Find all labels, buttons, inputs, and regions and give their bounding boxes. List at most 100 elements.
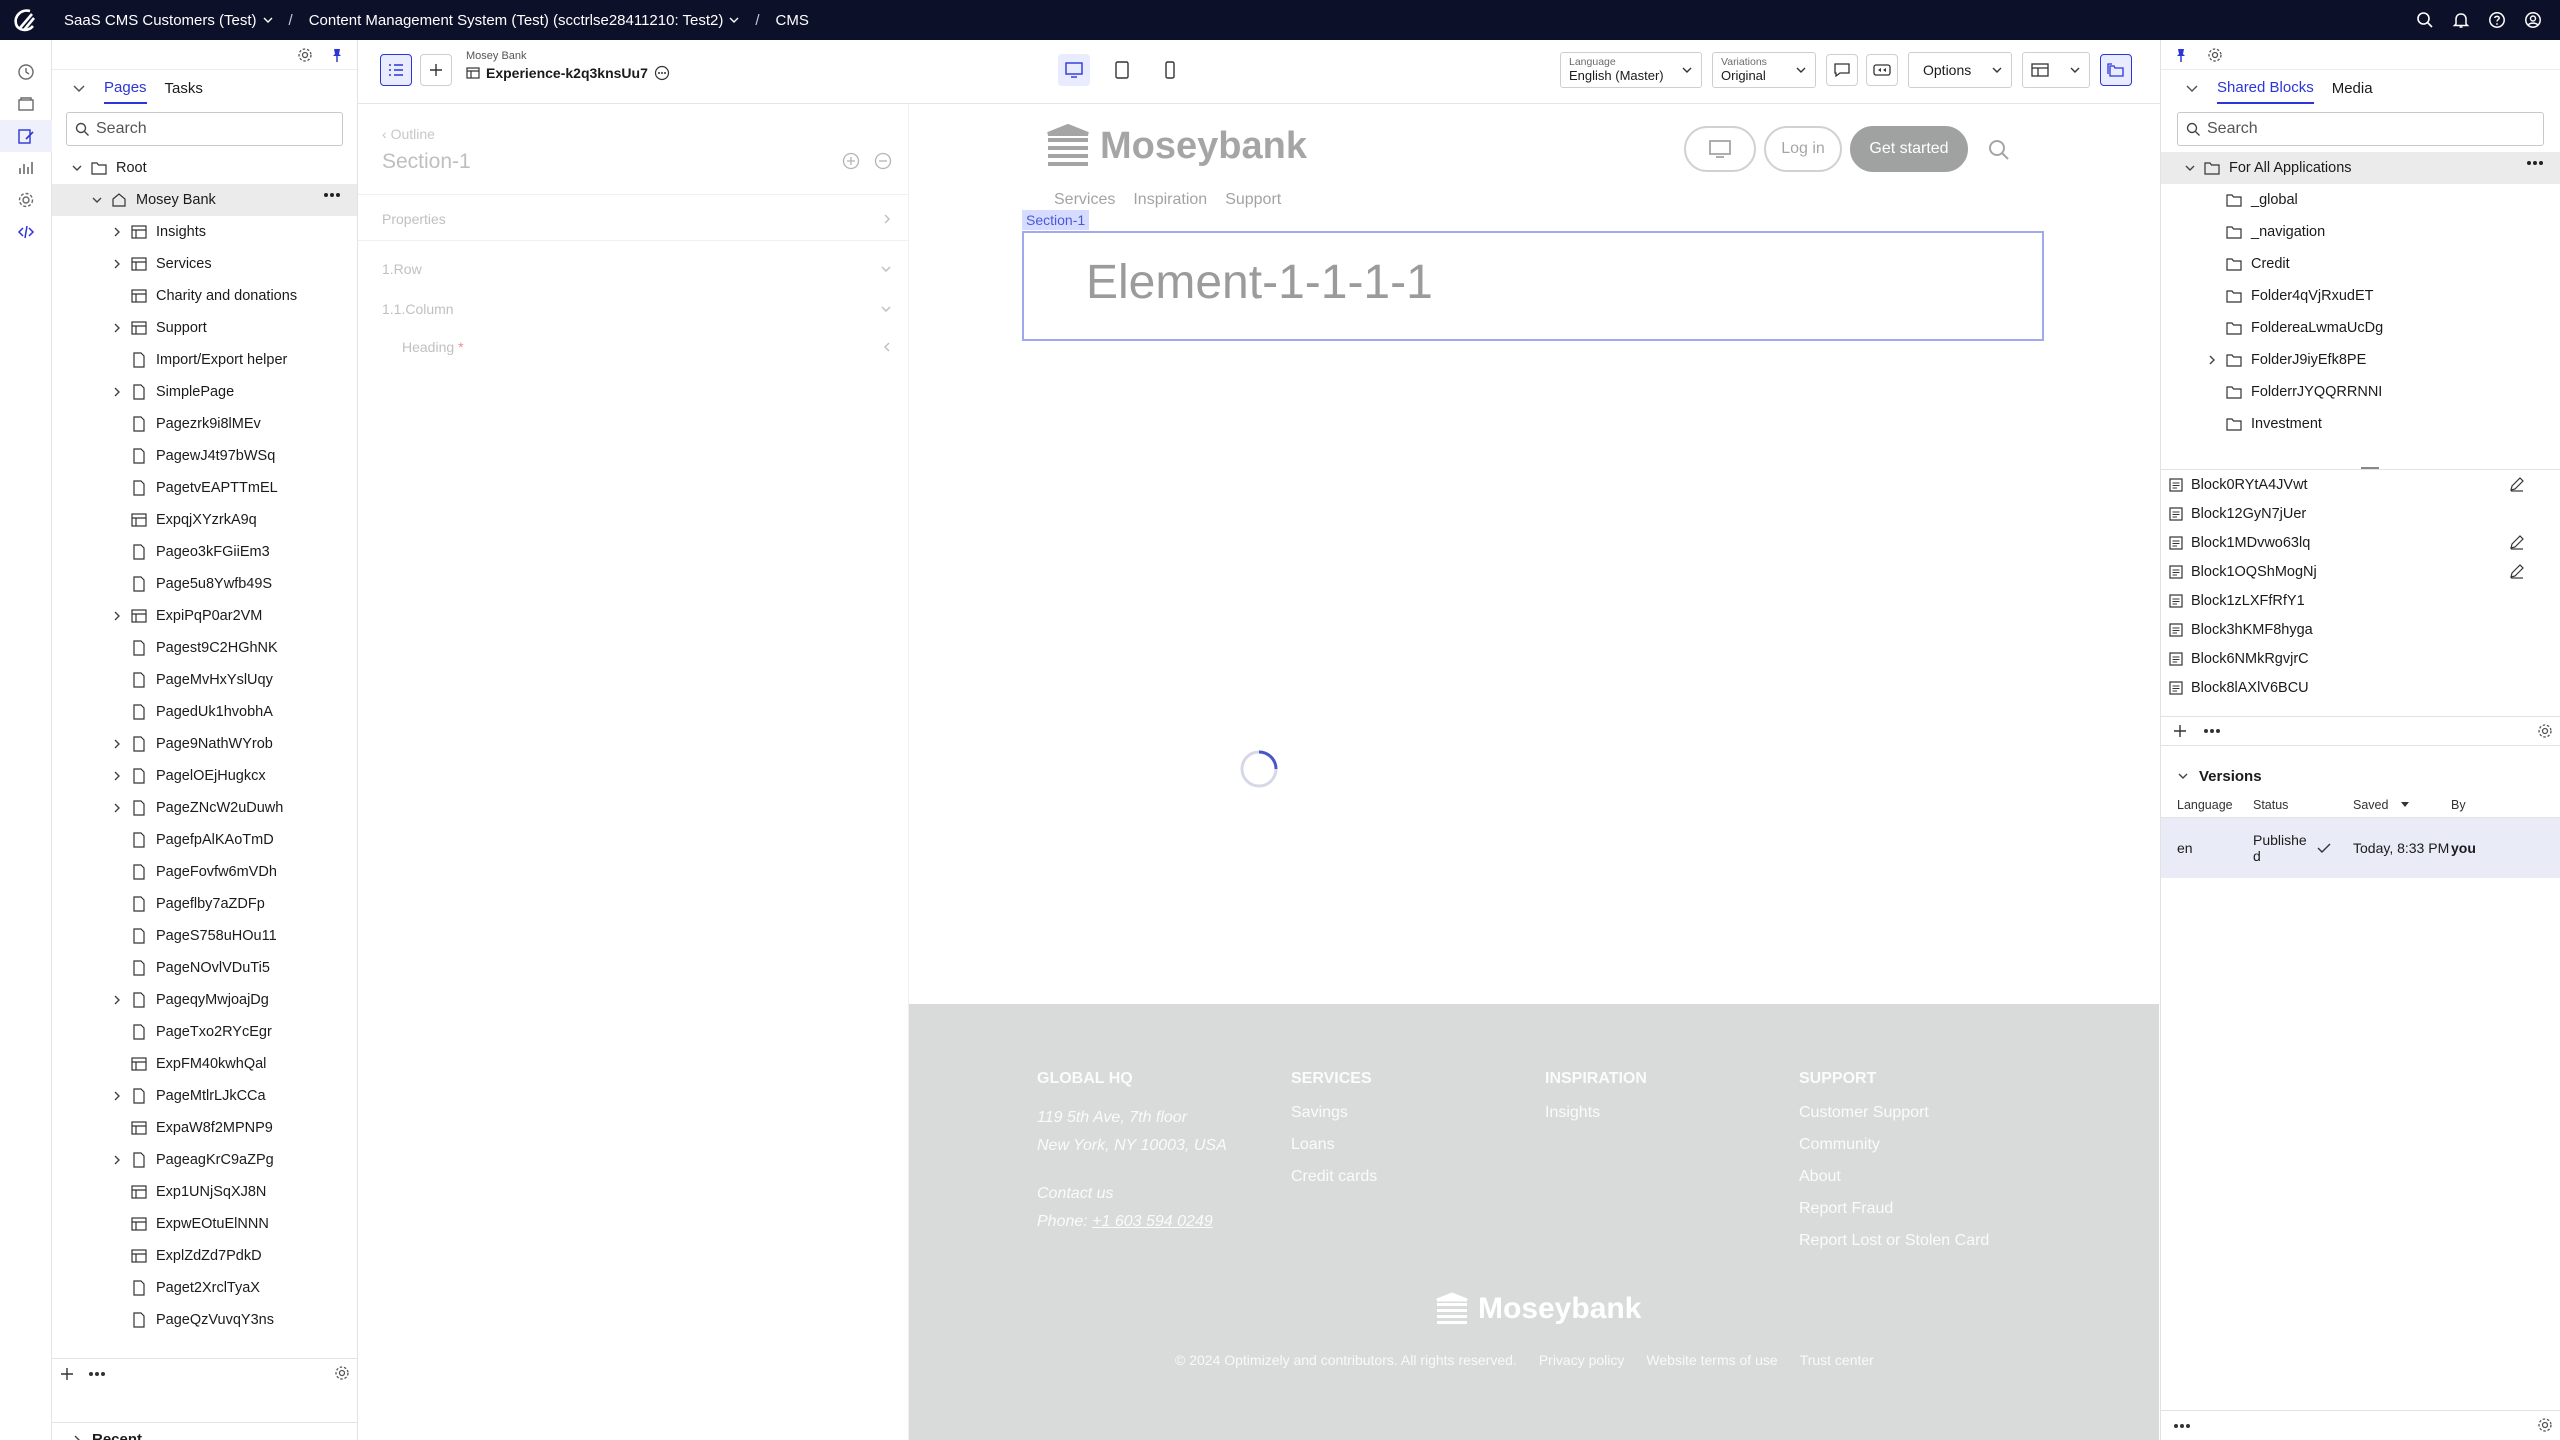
block-item[interactable]: Block1MDvwo63lq <box>2161 528 2560 557</box>
language-selector[interactable]: Language English (Master) <box>1560 52 1702 88</box>
folder-root[interactable]: For All Applications <box>2161 152 2560 184</box>
tree-item[interactable]: Pagest9C2HGhNK <box>52 632 357 664</box>
options-button[interactable]: Options <box>1908 52 2012 88</box>
search-icon[interactable] <box>1987 138 2011 162</box>
search-icon[interactable] <box>2416 11 2434 29</box>
folder-item[interactable]: FolderJ9iyEfk8PE <box>2161 344 2560 376</box>
edit-pencil-icon[interactable] <box>2509 534 2525 550</box>
block-item[interactable]: Block3hKMF8hyga <box>2161 615 2560 644</box>
rail-code[interactable] <box>0 216 52 248</box>
chevron-right-icon[interactable] <box>108 799 126 817</box>
outline-column[interactable]: 1.1.Column <box>382 294 892 324</box>
footer-support-link[interactable]: Community <box>1799 1136 1989 1154</box>
tree-item[interactable]: Pagezrk9i8lMEv <box>52 408 357 440</box>
breadcrumb-product[interactable]: CMS <box>776 12 809 29</box>
recent-section[interactable]: Recent <box>52 1422 358 1440</box>
site-menu-support[interactable]: Support <box>1225 191 1281 209</box>
add-circle-icon[interactable] <box>842 152 860 170</box>
chevron-right-icon[interactable] <box>108 767 126 785</box>
footer-support-link[interactable]: Report Fraud <box>1799 1200 1989 1218</box>
block-item[interactable]: Block8lAXlV6BCU <box>2161 673 2560 702</box>
footer-phone-link[interactable]: +1 603 594 0249 <box>1092 1213 1213 1230</box>
chevron-right-icon[interactable] <box>108 1087 126 1105</box>
footer-inspiration-link[interactable]: Insights <box>1545 1104 1647 1122</box>
bell-icon[interactable] <box>2452 11 2470 29</box>
block-item[interactable]: Block6NMkRgvjrC <box>2161 644 2560 673</box>
tree-item[interactable]: Pageo3kFGiiEm3 <box>52 536 357 568</box>
tab-pages[interactable]: Pages <box>104 73 147 104</box>
tree-item[interactable]: ExpqjXYzrkA9q <box>52 504 357 536</box>
edit-pencil-icon[interactable] <box>2509 476 2525 492</box>
pin-icon[interactable] <box>2173 47 2189 63</box>
tree-item[interactable]: PageMtlrLJkCCa <box>52 1080 357 1112</box>
tree-item[interactable]: PageMvHxYslUqy <box>52 664 357 696</box>
more-options-icon[interactable] <box>2526 160 2544 166</box>
outline-toggle-button[interactable] <box>380 54 412 86</box>
chevron-down-icon[interactable] <box>68 159 86 177</box>
more-options-icon[interactable] <box>323 192 341 198</box>
chevron-right-icon[interactable] <box>108 319 126 337</box>
tree-item[interactable]: PageNOvlVDuTi5 <box>52 952 357 984</box>
chevron-right-icon[interactable] <box>108 223 126 241</box>
comments-button[interactable] <box>1826 54 1858 86</box>
chevron-right-icon[interactable] <box>108 1151 126 1169</box>
tree-item[interactable]: PageagKrC9aZPg <box>52 1144 357 1176</box>
site-get-started-button[interactable]: Get started <box>1850 126 1968 172</box>
tree-item[interactable]: Insights <box>52 216 357 248</box>
user-icon[interactable] <box>2524 11 2542 29</box>
element-heading[interactable]: Element-1-1-1-1 <box>1086 255 1433 310</box>
outline-properties[interactable]: Properties <box>382 204 892 234</box>
more-options-icon[interactable] <box>2203 728 2221 734</box>
collapse-chevron-icon[interactable] <box>72 81 86 95</box>
folder-item[interactable]: Folder4qVjRxudET <box>2161 280 2560 312</box>
site-login-button[interactable]: Log in <box>1764 126 1842 172</box>
chevron-down-icon[interactable] <box>88 191 106 209</box>
add-content-button[interactable] <box>420 54 452 86</box>
tree-item[interactable]: PagedUk1hvobhA <box>52 696 357 728</box>
tree-site[interactable]: Mosey Bank <box>52 184 357 216</box>
mobile-view-button[interactable] <box>1154 54 1186 86</box>
footer-services-link[interactable]: Credit cards <box>1291 1168 1377 1186</box>
tree-item[interactable]: ExpwEOtuElNNN <box>52 1208 357 1240</box>
section-tag[interactable]: Section-1 <box>1022 210 1090 230</box>
gear-icon[interactable] <box>2207 47 2223 63</box>
outline-back-link[interactable]: ‹ Outline <box>382 126 435 142</box>
site-menu-inspiration[interactable]: Inspiration <box>1133 191 1207 209</box>
col-status[interactable]: Status <box>2253 798 2353 812</box>
tree-item[interactable]: PagefpAlKAoTmD <box>52 824 357 856</box>
chevron-right-icon[interactable] <box>108 383 126 401</box>
tree-item[interactable]: ExpiPqP0ar2VM <box>52 600 357 632</box>
footer-support-link[interactable]: Report Lost or Stolen Card <box>1799 1232 1989 1250</box>
outline-row[interactable]: 1.Row <box>382 254 892 284</box>
version-row[interactable]: en Published Today, 8:33 PM you <box>2161 818 2560 878</box>
tree-item[interactable]: Services <box>52 248 357 280</box>
rail-edit[interactable] <box>0 120 52 152</box>
block-item[interactable]: Block1OQShMogNj <box>2161 557 2560 586</box>
gear-icon[interactable] <box>297 47 313 63</box>
tree-item[interactable]: Charity and donations <box>52 280 357 312</box>
optimizely-logo-icon[interactable] <box>0 0 48 40</box>
pin-icon[interactable] <box>329 47 345 63</box>
block-item[interactable]: Block0RYtA4JVwt <box>2161 470 2560 499</box>
rail-settings[interactable] <box>0 184 52 216</box>
edit-pencil-icon[interactable] <box>2509 563 2525 579</box>
footer-support-link[interactable]: About <box>1799 1168 1989 1186</box>
tab-media[interactable]: Media <box>2332 74 2373 103</box>
tree-item[interactable]: PagetvEAPTTmEL <box>52 472 357 504</box>
tree-item[interactable]: Paget2XrclTyaX <box>52 1272 357 1304</box>
assets-search-input[interactable] <box>2207 120 2529 138</box>
tablet-view-button[interactable] <box>1106 54 1138 86</box>
col-language[interactable]: Language <box>2161 798 2253 812</box>
more-options-icon[interactable] <box>654 65 670 81</box>
tab-tasks[interactable]: Tasks <box>165 74 203 103</box>
section-outline[interactable]: Element-1-1-1-1 <box>1022 231 2044 341</box>
footer-services-link[interactable]: Savings <box>1291 1104 1377 1122</box>
tree-item[interactable]: PageFovfw6mVDh <box>52 856 357 888</box>
tree-item[interactable]: Pageflby7aZDFp <box>52 888 357 920</box>
remove-circle-icon[interactable] <box>874 152 892 170</box>
folder-item[interactable]: Investment <box>2161 408 2560 440</box>
tree-item[interactable]: PagelOEjHugkcx <box>52 760 357 792</box>
block-item[interactable]: Block12GyN7jUer <box>2161 499 2560 528</box>
gear-icon[interactable] <box>2537 1417 2553 1433</box>
tree-item[interactable]: Exp1UNjSqXJ8N <box>52 1176 357 1208</box>
